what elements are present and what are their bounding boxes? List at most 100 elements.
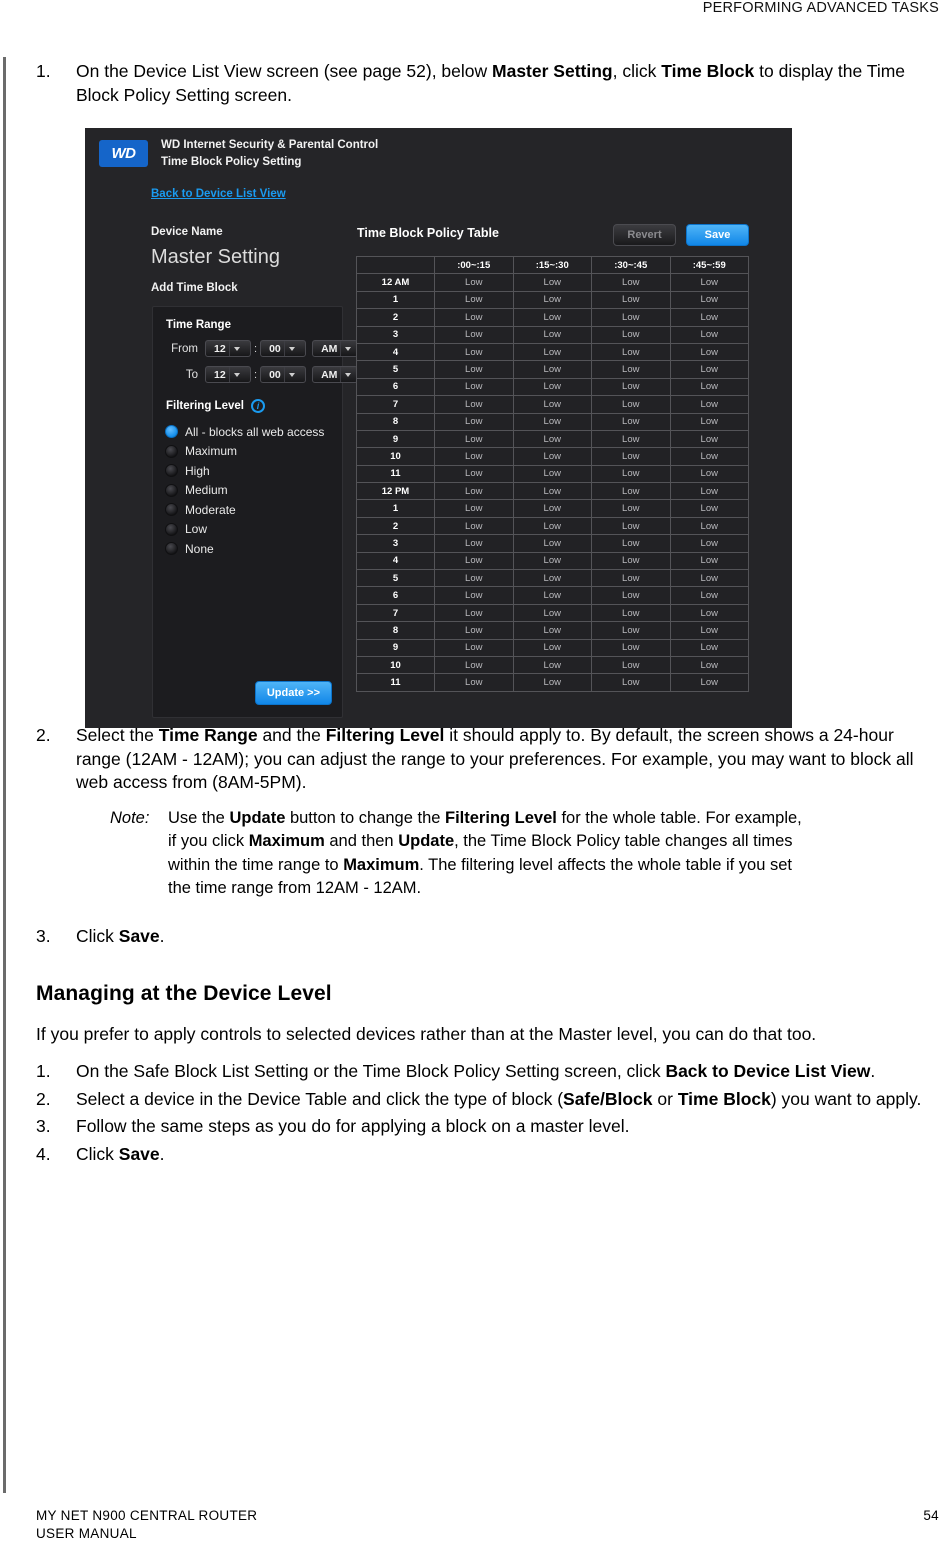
from-minute-select[interactable]: 00	[260, 340, 307, 357]
policy-cell[interactable]: Low	[669, 499, 749, 518]
policy-cell[interactable]: Low	[591, 638, 671, 657]
policy-cell[interactable]: Low	[669, 534, 749, 553]
radio-option-medium[interactable]: Medium	[165, 481, 335, 501]
policy-cell[interactable]: Low	[591, 499, 671, 518]
policy-cell[interactable]: Low	[669, 412, 749, 431]
policy-cell[interactable]: Low	[591, 308, 671, 327]
save-button[interactable]: Save	[686, 224, 749, 246]
radio-option-none[interactable]: None	[165, 539, 335, 559]
policy-cell[interactable]: Low	[512, 395, 592, 414]
policy-cell[interactable]: Low	[591, 569, 671, 588]
policy-cell[interactable]: Low	[669, 290, 749, 310]
policy-cell[interactable]: Low	[669, 308, 749, 327]
policy-cell[interactable]: Low	[512, 551, 592, 571]
policy-cell[interactable]: Low	[512, 290, 592, 310]
policy-cell[interactable]: Low	[591, 551, 671, 571]
policy-cell[interactable]: Low	[669, 516, 749, 536]
policy-cell[interactable]: Low	[512, 308, 592, 327]
policy-cell[interactable]: Low	[434, 360, 514, 379]
update-button[interactable]: Update >>	[254, 681, 332, 705]
policy-cell[interactable]: Low	[669, 673, 749, 692]
policy-cell[interactable]: Low	[512, 377, 592, 397]
policy-cell[interactable]: Low	[669, 586, 749, 605]
policy-cell[interactable]: Low	[669, 464, 749, 484]
back-to-device-list-view-link[interactable]: Back to Device List View	[151, 188, 286, 200]
policy-cell[interactable]: Low	[591, 534, 671, 553]
policy-cell[interactable]: Low	[669, 342, 749, 362]
radio-option-all[interactable]: All - blocks all web access	[165, 422, 335, 442]
policy-cell[interactable]: Low	[591, 464, 671, 484]
policy-cell[interactable]: Low	[512, 516, 592, 536]
policy-cell[interactable]: Low	[512, 447, 592, 466]
policy-cell[interactable]: Low	[591, 412, 671, 431]
policy-cell[interactable]: Low	[434, 429, 514, 449]
policy-cell[interactable]: Low	[512, 412, 592, 431]
policy-cell[interactable]: Low	[434, 308, 514, 327]
policy-cell[interactable]: Low	[512, 429, 592, 449]
revert-button[interactable]: Revert	[613, 224, 676, 246]
policy-cell[interactable]: Low	[434, 586, 514, 605]
policy-cell[interactable]: Low	[512, 360, 592, 379]
policy-cell[interactable]: Low	[669, 551, 749, 571]
policy-cell[interactable]: Low	[434, 499, 514, 518]
policy-cell[interactable]: Low	[669, 377, 749, 397]
policy-cell[interactable]: Low	[434, 325, 514, 344]
policy-cell[interactable]: Low	[512, 673, 592, 692]
policy-cell[interactable]: Low	[591, 273, 671, 292]
policy-cell[interactable]: Low	[669, 325, 749, 344]
policy-cell[interactable]: Low	[512, 273, 592, 292]
policy-cell[interactable]: Low	[512, 621, 592, 640]
policy-cell[interactable]: Low	[434, 412, 514, 431]
from-meridiem-select[interactable]: AM	[312, 340, 359, 357]
radio-button-icon[interactable]	[165, 503, 178, 517]
info-icon[interactable]: i	[250, 399, 265, 413]
policy-cell[interactable]: Low	[434, 464, 514, 484]
radio-button-icon[interactable]	[165, 444, 178, 458]
policy-cell[interactable]: Low	[512, 655, 592, 675]
radio-option-low[interactable]: Low	[165, 520, 335, 540]
policy-cell[interactable]: Low	[434, 621, 514, 640]
policy-cell[interactable]: Low	[669, 447, 749, 466]
policy-cell[interactable]: Low	[669, 621, 749, 640]
policy-cell[interactable]: Low	[434, 342, 514, 362]
policy-cell[interactable]: Low	[591, 395, 671, 414]
radio-button-icon[interactable]	[165, 542, 178, 556]
policy-cell[interactable]: Low	[591, 429, 671, 449]
policy-cell[interactable]: Low	[434, 482, 514, 501]
policy-cell[interactable]: Low	[434, 290, 514, 310]
policy-cell[interactable]: Low	[591, 342, 671, 362]
policy-cell[interactable]: Low	[434, 273, 514, 292]
policy-cell[interactable]: Low	[434, 569, 514, 588]
policy-cell[interactable]: Low	[669, 429, 749, 449]
from-hour-select[interactable]: 12	[205, 340, 251, 357]
policy-cell[interactable]: Low	[591, 377, 671, 397]
policy-cell[interactable]: Low	[591, 325, 671, 344]
policy-cell[interactable]: Low	[591, 516, 671, 536]
radio-button-icon[interactable]	[165, 464, 178, 478]
policy-cell[interactable]: Low	[434, 534, 514, 553]
policy-cell[interactable]: Low	[591, 360, 671, 379]
radio-option-high[interactable]: High	[165, 461, 335, 481]
policy-cell[interactable]: Low	[591, 290, 671, 310]
policy-cell[interactable]: Low	[669, 603, 749, 623]
policy-cell[interactable]: Low	[512, 342, 592, 362]
radio-option-maximum[interactable]: Maximum	[165, 442, 335, 462]
policy-cell[interactable]: Low	[512, 499, 592, 518]
policy-cell[interactable]: Low	[669, 395, 749, 414]
policy-cell[interactable]: Low	[434, 655, 514, 675]
policy-cell[interactable]: Low	[669, 360, 749, 379]
policy-cell[interactable]: Low	[591, 447, 671, 466]
policy-cell[interactable]: Low	[434, 603, 514, 623]
policy-cell[interactable]: Low	[591, 586, 671, 605]
policy-cell[interactable]: Low	[591, 482, 671, 501]
policy-cell[interactable]: Low	[434, 638, 514, 657]
policy-cell[interactable]: Low	[591, 603, 671, 623]
policy-cell[interactable]: Low	[512, 603, 592, 623]
radio-button-icon-selected[interactable]	[165, 425, 178, 439]
to-meridiem-select[interactable]: AM	[312, 366, 359, 383]
policy-cell[interactable]: Low	[434, 447, 514, 466]
policy-cell[interactable]: Low	[434, 516, 514, 536]
policy-cell[interactable]: Low	[512, 638, 592, 657]
policy-cell[interactable]: Low	[591, 621, 671, 640]
policy-cell[interactable]: Low	[434, 395, 514, 414]
